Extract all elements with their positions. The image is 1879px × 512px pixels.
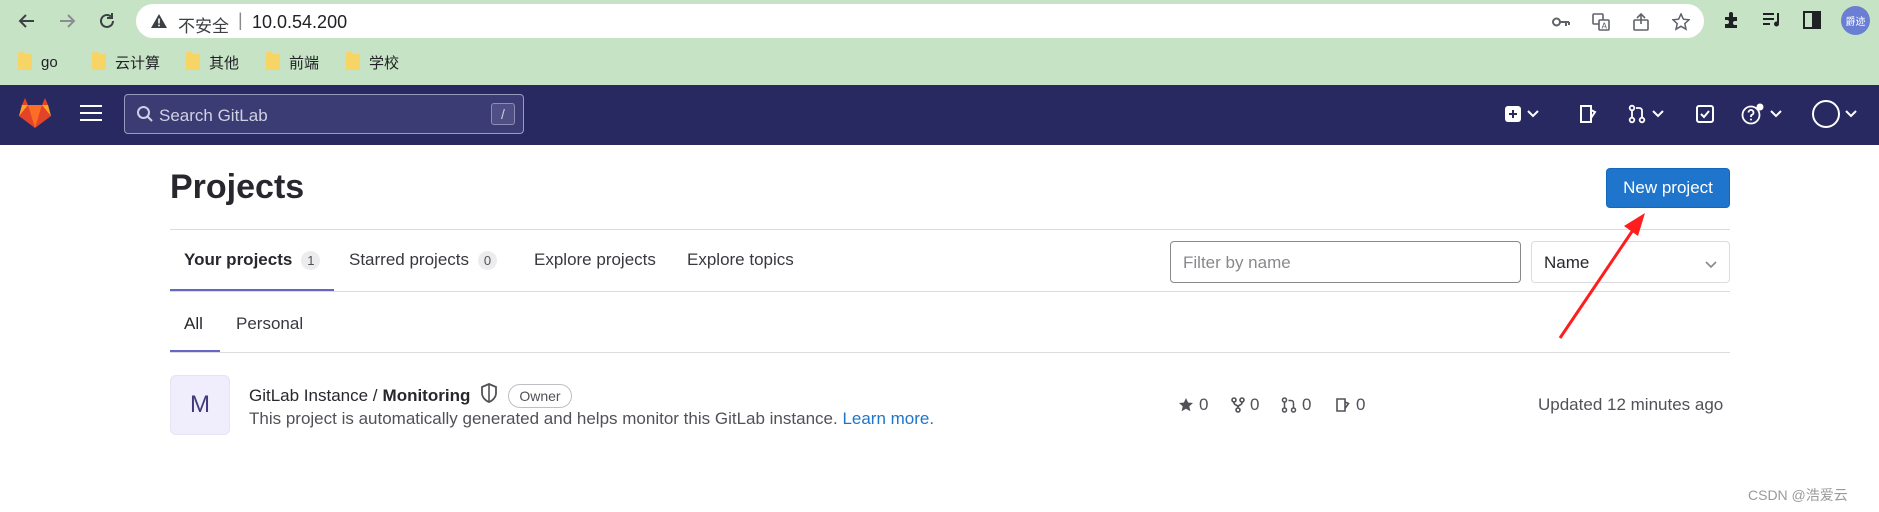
sort-value: Name — [1544, 253, 1590, 272]
merge-requests-value: 0 — [1302, 395, 1312, 414]
page-title: Projects — [170, 168, 305, 206]
folder-icon — [186, 52, 200, 70]
count-badge: 0 — [478, 250, 497, 270]
tab-starred-projects[interactable]: Starred projects 0 — [349, 250, 497, 270]
bookmark-school[interactable]: 学校 — [346, 50, 399, 74]
project-namespace: GitLab Instance / — [249, 385, 378, 405]
watermark: CSDN @浩爱云 — [1748, 487, 1848, 503]
forward-icon[interactable] — [54, 8, 80, 34]
merge-requests-count[interactable]: 0 — [1281, 395, 1311, 415]
merge-request-icon — [1628, 104, 1646, 124]
share-icon[interactable] — [1631, 12, 1651, 32]
folder-icon — [92, 52, 106, 70]
tab-label: Your projects — [184, 250, 293, 269]
issues-count[interactable]: 0 — [1335, 395, 1365, 415]
divider — [170, 352, 1730, 353]
chevron-down-icon — [1527, 110, 1539, 118]
todo-icon[interactable] — [1695, 102, 1715, 126]
bookmark-label: 学校 — [369, 54, 400, 72]
plus-square-icon — [1505, 106, 1521, 122]
folder-icon — [18, 52, 32, 70]
new-project-button[interactable]: New project — [1606, 168, 1730, 208]
search-shortcut-key: / — [491, 103, 515, 125]
star-bookmark-icon[interactable] — [1671, 12, 1691, 32]
profile-avatar[interactable]: 爵迹 — [1841, 6, 1870, 35]
tab-explore-projects[interactable]: Explore projects — [534, 250, 656, 270]
project-name: Monitoring — [382, 385, 471, 405]
subtab-personal[interactable]: Personal — [236, 314, 303, 334]
svg-text:A: A — [1602, 22, 1608, 31]
chevron-down-icon — [1652, 110, 1664, 118]
side-panel-icon[interactable] — [1801, 9, 1823, 31]
shield-icon — [480, 383, 498, 408]
issues-value: 0 — [1356, 395, 1366, 414]
url-text[interactable]: 10.0.54.200 — [252, 12, 347, 33]
sort-dropdown[interactable]: Name — [1531, 241, 1730, 283]
tab-label: Explore projects — [534, 250, 656, 269]
divider — [170, 229, 1730, 230]
reload-icon[interactable] — [94, 8, 120, 34]
project-avatar[interactable]: M — [170, 375, 230, 435]
bookmark-label: go — [41, 53, 58, 71]
chevron-down-icon — [1845, 110, 1857, 118]
fork-icon — [1231, 397, 1245, 413]
tab-your-projects[interactable]: Your projects 1 — [184, 250, 321, 270]
stars-count[interactable]: 0 — [1178, 395, 1208, 415]
subtab-all[interactable]: All — [184, 314, 203, 334]
gitlab-logo-icon[interactable] — [18, 97, 52, 134]
bookmark-frontend[interactable]: 前端 — [266, 50, 319, 74]
search-placeholder: Search GitLab — [159, 106, 268, 125]
divider — [170, 291, 1730, 292]
folder-icon — [346, 52, 360, 70]
key-icon[interactable] — [1551, 12, 1571, 32]
updated-time: Updated 12 minutes ago — [1538, 395, 1724, 414]
forks-value: 0 — [1250, 395, 1260, 414]
create-new-dropdown[interactable] — [1504, 102, 1539, 126]
bookmark-label: 云计算 — [115, 54, 161, 72]
bookmark-label: 其他 — [209, 54, 240, 72]
extensions-icon[interactable] — [1721, 9, 1743, 31]
role-badge: Owner — [508, 383, 572, 408]
bookmark-cloud[interactable]: 云计算 — [92, 50, 160, 74]
user-menu-dropdown[interactable] — [1812, 99, 1857, 129]
browser-chrome: 不安全 | 10.0.54.200 A 爵迹 go 云计算 其他 前端 学校 — [0, 0, 1879, 85]
user-avatar — [1812, 100, 1840, 128]
folder-icon — [266, 52, 280, 70]
tab-label: Explore topics — [687, 250, 794, 269]
address-bar[interactable]: 不安全 | 10.0.54.200 A — [136, 4, 1704, 38]
search-input[interactable]: Search GitLab / — [124, 94, 524, 134]
merge-request-icon — [1281, 397, 1297, 413]
help-dropdown[interactable] — [1741, 102, 1782, 126]
issues-icon — [1336, 398, 1350, 412]
address-separator: | — [238, 10, 243, 30]
merge-requests-dropdown[interactable] — [1627, 102, 1664, 126]
bookmark-label: 前端 — [289, 54, 320, 72]
project-title[interactable]: GitLab Instance / Monitoring Owner — [249, 383, 572, 408]
issues-icon[interactable] — [1578, 102, 1598, 126]
tab-explore-topics[interactable]: Explore topics — [687, 250, 794, 270]
forks-count[interactable]: 0 — [1231, 395, 1259, 415]
search-icon — [136, 105, 154, 128]
star-icon — [1179, 398, 1193, 412]
chevron-down-icon — [1770, 110, 1782, 118]
warning-icon — [150, 13, 168, 34]
tab-label: Starred projects — [349, 250, 469, 269]
count-badge: 1 — [301, 250, 321, 270]
filter-placeholder: Filter by name — [1183, 253, 1291, 272]
translate-icon[interactable]: A — [1591, 12, 1611, 32]
description-text: This project is automatically generated … — [249, 409, 838, 428]
bookmark-other[interactable]: 其他 — [186, 50, 239, 74]
bookmark-go[interactable]: go — [18, 50, 58, 74]
help-icon — [1741, 103, 1764, 125]
reading-list-icon[interactable] — [1761, 9, 1783, 31]
chevron-down-icon — [1705, 256, 1717, 274]
filter-input[interactable]: Filter by name — [1170, 241, 1521, 283]
learn-more-link[interactable]: Learn more. — [842, 409, 934, 428]
back-icon[interactable] — [14, 8, 40, 34]
project-description: This project is automatically generated … — [249, 409, 934, 429]
gitlab-header: Search GitLab / — [0, 85, 1879, 145]
menu-icon[interactable] — [80, 105, 102, 123]
security-label: 不安全 — [178, 17, 229, 36]
stars-value: 0 — [1199, 395, 1209, 414]
